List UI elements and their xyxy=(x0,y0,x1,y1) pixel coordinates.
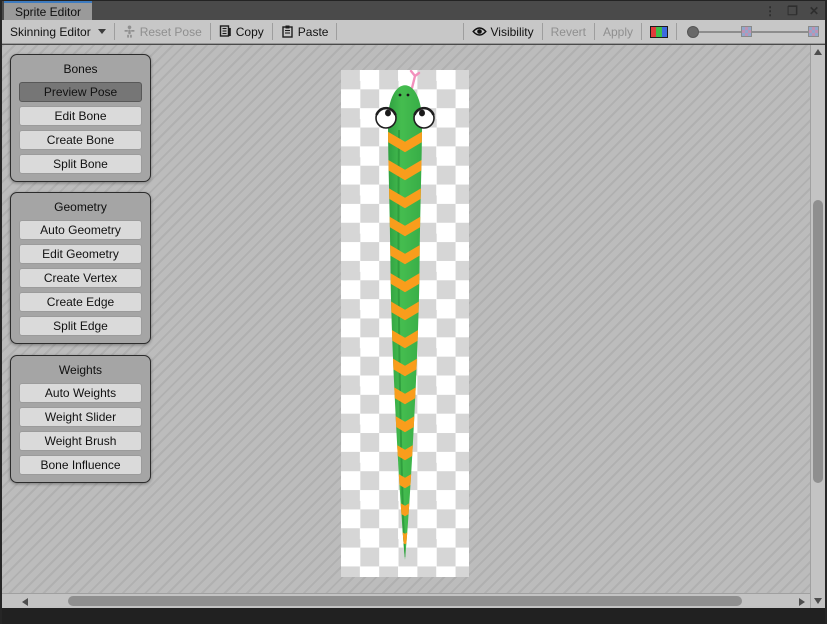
bones-panel-title: Bones xyxy=(19,60,142,78)
split-edge-button[interactable]: Split Edge xyxy=(19,316,142,336)
maximize-icon[interactable]: ❐ xyxy=(787,5,798,17)
pose-figure-icon xyxy=(123,25,136,38)
toolbar-separator xyxy=(676,23,677,40)
eye-icon xyxy=(472,26,487,37)
bone-influence-button[interactable]: Bone Influence xyxy=(19,455,142,475)
apply-button[interactable]: Apply xyxy=(595,20,641,43)
close-icon[interactable]: ✕ xyxy=(809,5,819,17)
copy-label: Copy xyxy=(236,25,264,39)
alpha-checker-icon xyxy=(808,26,819,37)
geometry-panel: Geometry Auto Geometry Edit Geometry Cre… xyxy=(10,192,151,344)
weight-slider-button[interactable]: Weight Slider xyxy=(19,407,142,427)
skinning-editor-label: Skinning Editor xyxy=(10,25,91,39)
create-bone-button[interactable]: Create Bone xyxy=(19,130,142,150)
revert-label: Revert xyxy=(551,25,586,39)
window-bottom-edge xyxy=(0,608,827,624)
snake-sprite xyxy=(341,70,469,577)
geometry-panel-title: Geometry xyxy=(19,198,142,216)
weights-panel-title: Weights xyxy=(19,361,142,379)
edit-bone-button[interactable]: Edit Bone xyxy=(19,106,142,126)
alpha-checker-icon xyxy=(741,26,752,37)
toolbar: Skinning Editor Reset Pose xyxy=(2,20,825,44)
window-left-edge xyxy=(0,0,2,624)
auto-geometry-button[interactable]: Auto Geometry xyxy=(19,220,142,240)
sprite-color-toggle[interactable] xyxy=(642,20,676,43)
zoom-alpha-slider xyxy=(687,26,819,38)
visibility-button[interactable]: Visibility xyxy=(464,20,542,43)
weights-panel: Weights Auto Weights Weight Slider Weigh… xyxy=(10,355,151,483)
create-vertex-button[interactable]: Create Vertex xyxy=(19,268,142,288)
edit-geometry-button[interactable]: Edit Geometry xyxy=(19,244,142,264)
sprite-editor-window: Sprite Editor ⋮ ❐ ✕ Skinning Editor Rese… xyxy=(0,0,827,624)
paste-icon xyxy=(281,25,294,38)
toolbar-separator xyxy=(336,23,337,40)
rgb-swatch-icon xyxy=(650,26,668,38)
vertical-scroll-thumb[interactable] xyxy=(813,200,823,483)
sprite-viewport[interactable] xyxy=(341,70,469,577)
auto-weights-button[interactable]: Auto Weights xyxy=(19,383,142,403)
split-bone-button[interactable]: Split Bone xyxy=(19,154,142,174)
apply-label: Apply xyxy=(603,25,633,39)
chevron-down-icon xyxy=(98,29,106,34)
snake-tongue xyxy=(411,71,419,88)
vertical-scrollbar[interactable] xyxy=(810,45,825,608)
scroll-down-arrow-icon[interactable] xyxy=(814,598,822,604)
weight-brush-button[interactable]: Weight Brush xyxy=(19,431,142,451)
slider-track[interactable] xyxy=(752,31,808,33)
paste-label: Paste xyxy=(298,25,329,39)
reset-pose-label: Reset Pose xyxy=(140,25,202,39)
visibility-label: Visibility xyxy=(491,25,534,39)
scroll-up-arrow-icon[interactable] xyxy=(814,49,822,55)
tab-sprite-editor[interactable]: Sprite Editor xyxy=(4,1,92,21)
reset-pose-button[interactable]: Reset Pose xyxy=(115,20,210,43)
horizontal-scroll-thumb[interactable] xyxy=(68,596,742,606)
skinning-canvas: Bones Preview Pose Edit Bone Create Bone… xyxy=(2,45,810,593)
scroll-left-arrow-icon[interactable] xyxy=(22,598,28,606)
copy-icon xyxy=(219,25,232,38)
snake-body xyxy=(388,85,422,560)
paste-button[interactable]: Paste xyxy=(273,20,337,43)
copy-button[interactable]: Copy xyxy=(211,20,272,43)
slider-knob[interactable] xyxy=(687,26,699,38)
preview-pose-button[interactable]: Preview Pose xyxy=(19,82,142,102)
horizontal-scrollbar[interactable] xyxy=(2,593,810,608)
window-controls: ⋮ ❐ ✕ xyxy=(764,1,819,21)
scroll-right-arrow-icon[interactable] xyxy=(799,598,805,606)
slider-track[interactable] xyxy=(699,31,741,33)
window-menu-icon[interactable]: ⋮ xyxy=(764,5,776,17)
create-edge-button[interactable]: Create Edge xyxy=(19,292,142,312)
title-bar: Sprite Editor ⋮ ❐ ✕ xyxy=(0,0,827,20)
revert-button[interactable]: Revert xyxy=(543,20,594,43)
skinning-editor-dropdown[interactable]: Skinning Editor xyxy=(2,20,114,43)
tab-title: Sprite Editor xyxy=(15,5,81,19)
bones-panel: Bones Preview Pose Edit Bone Create Bone… xyxy=(10,54,151,182)
